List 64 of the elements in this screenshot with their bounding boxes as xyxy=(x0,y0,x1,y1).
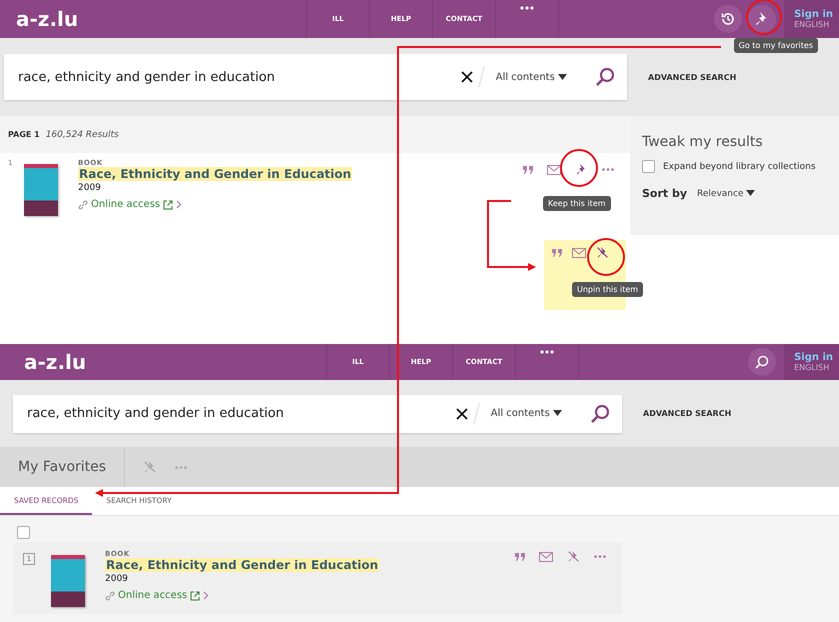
page-label: PAGE 1 xyxy=(8,130,40,139)
close-icon[interactable] xyxy=(456,408,468,420)
search-icon[interactable] xyxy=(754,354,770,370)
select-all-checkbox[interactable] xyxy=(17,526,30,539)
search-field[interactable]: race, ethnicity and gender in education All contents xyxy=(4,54,627,100)
scope-dropdown[interactable]: All contents xyxy=(490,408,562,419)
quote-icon[interactable] xyxy=(515,552,525,560)
language-selector[interactable]: ENGLISH xyxy=(794,363,833,372)
online-access-link[interactable]: Online access xyxy=(91,199,160,210)
highlight-circle xyxy=(560,149,598,187)
close-icon[interactable] xyxy=(460,71,473,83)
unpin-button[interactable] xyxy=(567,550,580,563)
sign-in-link[interactable]: Sign in xyxy=(794,352,833,363)
tooltip: Unpin this item xyxy=(572,282,644,297)
chevron-icon[interactable] xyxy=(203,591,210,600)
checkbox[interactable] xyxy=(642,160,655,173)
book-cover-placeholder xyxy=(24,164,58,216)
quote-icon[interactable] xyxy=(552,248,562,256)
item-year: 2009 xyxy=(78,183,101,193)
item-title[interactable]: Race, Ethnicity and Gender in Education xyxy=(78,167,352,181)
item-title[interactable]: Race, Ethnicity and Gender in Education xyxy=(105,558,380,572)
external-link-icon xyxy=(163,200,174,210)
tooltip: Keep this item xyxy=(543,196,611,211)
logo[interactable]: a-z.lu xyxy=(0,350,150,374)
search-icon[interactable] xyxy=(590,404,610,424)
logo[interactable]: a-z.lu xyxy=(0,7,142,31)
scope-dropdown[interactable]: All contents xyxy=(496,72,567,82)
more-icon[interactable] xyxy=(520,6,534,10)
more-icon[interactable] xyxy=(540,350,554,354)
book-cover-placeholder xyxy=(51,555,85,607)
chevron-icon[interactable] xyxy=(176,200,182,209)
quote-icon[interactable] xyxy=(523,166,533,174)
mail-icon[interactable] xyxy=(547,164,561,174)
favorites-title: My Favorites xyxy=(17,459,108,475)
link-icon xyxy=(78,200,88,210)
result-count: 160,524 Results xyxy=(46,130,119,140)
sort-label: Sort by xyxy=(642,187,688,200)
favorites-button[interactable] xyxy=(748,5,776,33)
highlight-circle xyxy=(587,238,625,276)
caret-icon[interactable] xyxy=(746,190,756,196)
history-button[interactable] xyxy=(714,5,742,33)
mail-icon[interactable] xyxy=(572,248,586,258)
search-button[interactable] xyxy=(748,348,776,376)
history-icon[interactable] xyxy=(720,11,736,27)
more-icon[interactable] xyxy=(602,168,614,171)
sort-dropdown[interactable]: Relevance xyxy=(697,188,756,198)
mail-icon[interactable] xyxy=(539,552,553,562)
panel-title: Tweak my results xyxy=(642,134,764,150)
checkbox-label: Expand beyond library collections xyxy=(663,162,816,172)
external-link-icon xyxy=(190,590,200,600)
tooltip: Go to my favorites xyxy=(734,38,818,53)
search-icon[interactable] xyxy=(595,67,615,87)
unpin-button[interactable] xyxy=(596,246,609,259)
advanced-search-link[interactable]: ADVANCED SEARCH xyxy=(648,72,736,82)
caret-icon[interactable] xyxy=(553,410,562,416)
online-access-link[interactable]: Online access xyxy=(118,590,188,601)
search-field[interactable]: race, ethnicity and gender in education All contents xyxy=(13,394,622,432)
language-selector[interactable]: ENGLISH xyxy=(794,20,833,29)
caret-icon[interactable] xyxy=(558,74,567,80)
more-icon[interactable] xyxy=(594,555,606,558)
item-year: 2009 xyxy=(105,574,128,584)
advanced-search-link[interactable]: ADVANCED SEARCH xyxy=(643,409,732,418)
sign-in-link[interactable]: Sign in xyxy=(794,9,833,20)
link-icon xyxy=(105,590,115,600)
